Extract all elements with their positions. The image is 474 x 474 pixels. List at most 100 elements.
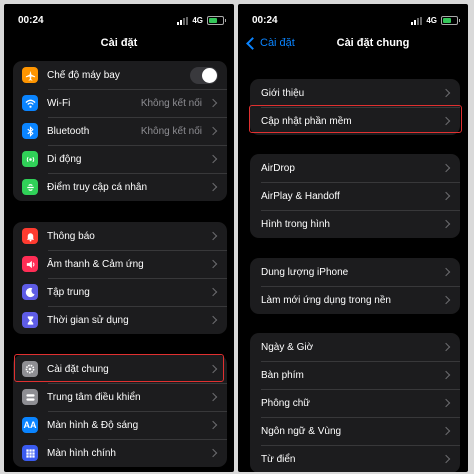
chevron-right-icon (208, 287, 218, 297)
chevron-right-icon (208, 98, 218, 108)
settings-row-wifi[interactable]: Wi-Fi Không kết nối (13, 89, 227, 117)
settings-row-screen-time[interactable]: Thời gian sử dụng (13, 306, 227, 334)
airplane-mode-toggle[interactable] (190, 66, 218, 84)
general-row-software-update[interactable]: Cập nhật phần mềm (250, 107, 460, 135)
status-time: 00:24 (252, 15, 278, 26)
general-row-picture-in-picture[interactable]: Hình trong hình (250, 210, 460, 238)
chevron-right-icon (441, 342, 451, 352)
hourglass-icon (22, 312, 38, 328)
settings-row-sounds[interactable]: Âm thanh & Cảm ứng (13, 250, 227, 278)
chevron-right-icon (208, 420, 218, 430)
chevron-right-icon (208, 315, 218, 325)
row-label: Từ điển (261, 453, 296, 465)
status-bar: 00:24 4G (238, 13, 468, 29)
chevron-right-icon (208, 392, 218, 402)
chevron-right-icon (441, 426, 451, 436)
chevron-right-icon (441, 219, 451, 229)
settings-row-home-screen[interactable]: Màn hình chính (13, 439, 227, 467)
row-label: Cập nhật phần mềm (261, 115, 352, 127)
row-label: Chế độ máy bay (47, 69, 120, 81)
settings-group-general: Cài đặt chung Trung tâm điều khiển AA Mà… (13, 355, 227, 467)
signal-icon (177, 16, 189, 25)
chevron-right-icon (208, 182, 218, 192)
settings-row-hotspot[interactable]: Điểm truy cập cá nhân (13, 173, 227, 201)
chevron-right-icon (441, 454, 451, 464)
network-type: 4G (426, 16, 437, 25)
chevron-right-icon (441, 191, 451, 201)
battery-icon (207, 16, 226, 25)
general-group-about: Giới thiệu Cập nhật phần mềm (250, 79, 460, 135)
general-row-keyboard[interactable]: Bàn phím (250, 361, 460, 389)
settings-screen: 00:24 4G Cài đặt Chế độ máy bay Wi-Fi Kh… (4, 4, 234, 472)
row-label: Dung lượng iPhone (261, 266, 349, 278)
chevron-right-icon (441, 267, 451, 277)
settings-group-notifications: Thông báo Âm thanh & Cảm ứng Tập trung T… (13, 222, 227, 334)
chevron-right-icon (208, 259, 218, 269)
general-row-background-refresh[interactable]: Làm mới ứng dụng trong nền (250, 286, 460, 314)
bell-icon (22, 228, 38, 244)
row-label: Hình trong hình (261, 218, 330, 230)
general-row-airdrop[interactable]: AirDrop (250, 154, 460, 182)
page-title: Cài đặt chung (336, 37, 410, 49)
row-label: Màn hình chính (47, 447, 116, 459)
general-row-airplay-handoff[interactable]: AirPlay & Handoff (250, 182, 460, 210)
row-label: Bàn phím (261, 369, 304, 381)
signal-icon (411, 16, 423, 25)
row-label: Ngôn ngữ & Vùng (261, 425, 342, 437)
bluetooth-icon (22, 123, 38, 139)
row-label: Thông báo (47, 230, 95, 242)
general-settings-screen: 00:24 4G Cài đặt Cài đặt chung Giới thiệ… (238, 4, 468, 472)
row-label: Màn hình & Độ sáng (47, 419, 139, 431)
row-label: Làm mới ứng dụng trong nền (261, 294, 391, 306)
airplane-icon (22, 67, 38, 83)
row-label: Cài đặt chung (47, 363, 109, 375)
general-row-fonts[interactable]: Phông chữ (250, 389, 460, 417)
gear-icon (22, 361, 38, 377)
row-label: Trung tâm điều khiển (47, 391, 141, 403)
chevron-right-icon (441, 295, 451, 305)
settings-row-general[interactable]: Cài đặt chung (13, 355, 227, 383)
wifi-icon (22, 95, 38, 111)
row-label: Ngày & Giờ (261, 341, 314, 353)
row-label: Điểm truy cập cá nhân (47, 181, 148, 193)
chevron-right-icon (441, 88, 451, 98)
settings-row-notifications[interactable]: Thông báo (13, 222, 227, 250)
general-row-language-region[interactable]: Ngôn ngữ & Vùng (250, 417, 460, 445)
row-label: Bluetooth (47, 125, 90, 137)
row-label: Thời gian sử dụng (47, 314, 129, 326)
settings-row-airplane-mode[interactable]: Chế độ máy bay (13, 61, 227, 89)
settings-row-cellular[interactable]: Di động (13, 145, 227, 173)
row-label: Di động (47, 153, 82, 165)
network-type: 4G (192, 16, 203, 25)
chevron-right-icon (441, 370, 451, 380)
chevron-right-icon (441, 163, 451, 173)
chevron-right-icon (208, 364, 218, 374)
row-label: Tập trung (47, 286, 90, 298)
cellular-icon (22, 151, 38, 167)
chevron-right-icon (441, 398, 451, 408)
chevron-right-icon (441, 116, 451, 126)
display-icon: AA (22, 417, 38, 433)
wifi-status: Không kết nối (140, 97, 202, 109)
general-row-about[interactable]: Giới thiệu (250, 79, 460, 107)
control-center-icon (22, 389, 38, 405)
status-indicators: 4G (411, 16, 460, 25)
general-row-date-time[interactable]: Ngày & Giờ (250, 333, 460, 361)
general-row-iphone-storage[interactable]: Dung lượng iPhone (250, 258, 460, 286)
row-label: Giới thiệu (261, 87, 305, 99)
general-row-dictionary[interactable]: Từ điển (250, 445, 460, 472)
chevron-right-icon (208, 231, 218, 241)
settings-row-focus[interactable]: Tập trung (13, 278, 227, 306)
bluetooth-status: Không kết nối (140, 125, 202, 137)
settings-row-display[interactable]: AA Màn hình & Độ sáng (13, 411, 227, 439)
status-bar: 00:24 4G (4, 13, 234, 29)
status-time: 00:24 (18, 15, 44, 26)
row-label: Wi-Fi (47, 97, 71, 109)
settings-row-control-center[interactable]: Trung tâm điều khiển (13, 383, 227, 411)
home-screen-icon (22, 445, 38, 461)
moon-icon (22, 284, 38, 300)
status-indicators: 4G (177, 16, 226, 25)
settings-group-connectivity: Chế độ máy bay Wi-Fi Không kết nối Bluet… (13, 61, 227, 201)
page-title: Cài đặt (100, 37, 138, 49)
settings-row-bluetooth[interactable]: Bluetooth Không kết nối (13, 117, 227, 145)
